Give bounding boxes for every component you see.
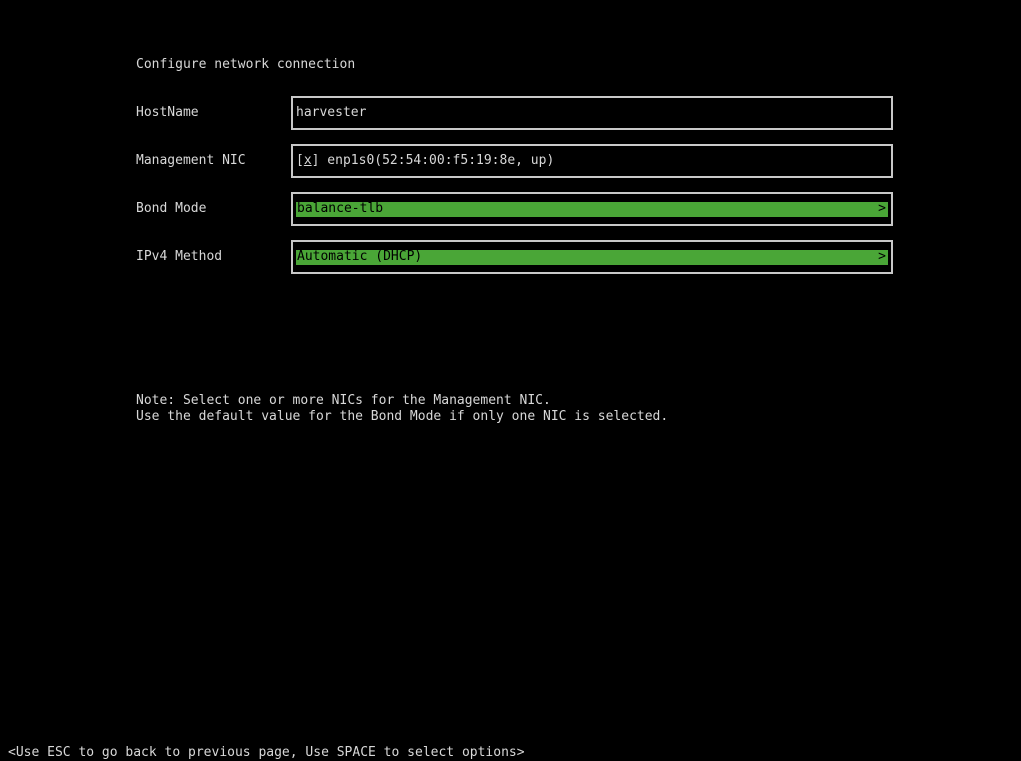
note-line-1: Note: Select one or more NICs for the Ma…	[136, 393, 551, 408]
checkbox-mark: x	[303, 153, 312, 168]
hostname-label: HostName	[136, 105, 199, 120]
bond-mode-select[interactable]: balance-tlb >	[291, 192, 893, 226]
note-line-2: Use the default value for the Bond Mode …	[136, 409, 669, 424]
management-nic-label: Management NIC	[136, 153, 246, 168]
ipv4-method-selection[interactable]: Automatic (DHCP) >	[296, 249, 888, 265]
chevron-right-icon: >	[878, 249, 886, 264]
checkbox-open: [	[296, 153, 304, 168]
management-nic-field[interactable]: [x] enp1s0(52:54:00:f5:19:8e, up)	[291, 144, 893, 178]
bond-mode-value: balance-tlb	[297, 201, 384, 216]
bond-mode-label: Bond Mode	[136, 201, 207, 216]
ipv4-method-label: IPv4 Method	[136, 249, 223, 264]
nic-checkbox[interactable]: [x]	[296, 153, 319, 168]
hostname-field[interactable]: harvester	[291, 96, 893, 130]
footer-hint: <Use ESC to go back to previous page, Us…	[8, 745, 525, 760]
ipv4-method-select[interactable]: Automatic (DHCP) >	[291, 240, 893, 274]
page-title: Configure network connection	[136, 57, 356, 72]
hostname-value: harvester	[296, 105, 367, 120]
nic-text: enp1s0(52:54:00:f5:19:8e, up)	[319, 153, 555, 168]
note-text: Note: Select one or more NICs for the Ma…	[136, 393, 668, 425]
management-nic-option[interactable]: [x] enp1s0(52:54:00:f5:19:8e, up)	[296, 153, 554, 169]
chevron-right-icon: >	[878, 201, 886, 216]
bond-mode-selection[interactable]: balance-tlb >	[296, 201, 888, 217]
ipv4-method-value: Automatic (DHCP)	[297, 249, 423, 264]
